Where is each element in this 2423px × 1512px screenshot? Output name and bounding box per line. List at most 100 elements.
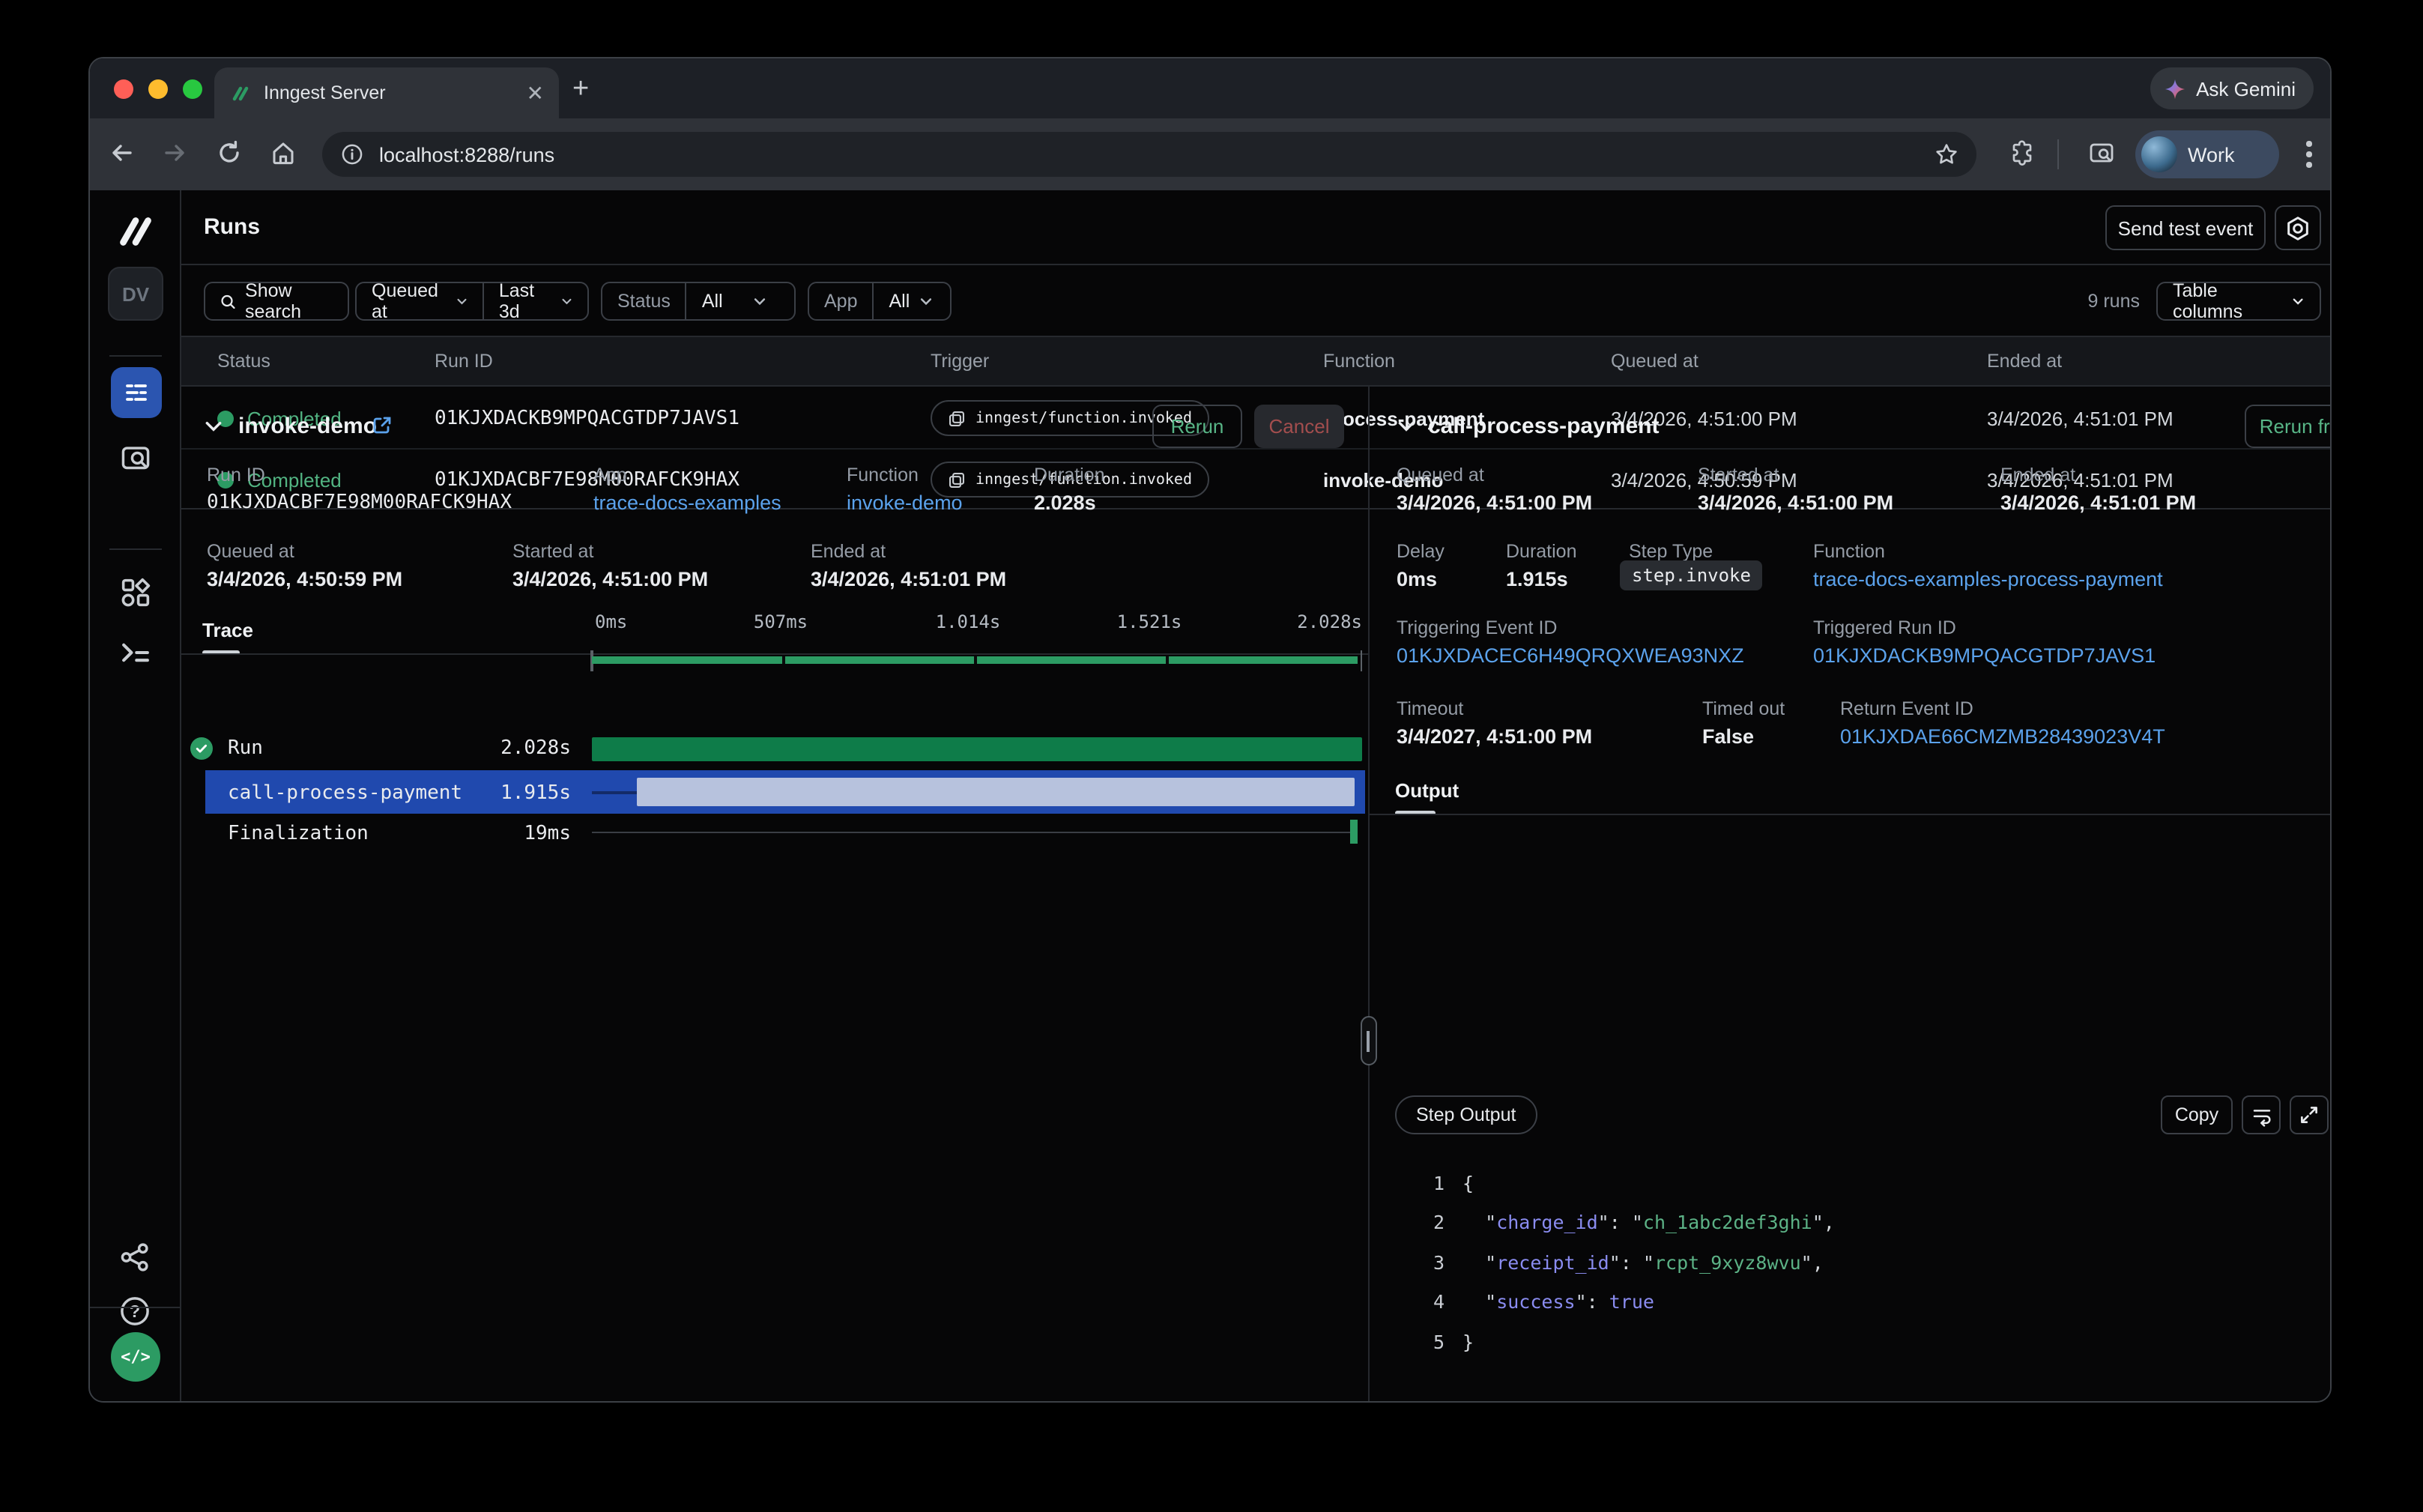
trace-span-run[interactable]: Run bbox=[228, 737, 263, 760]
code-line: 5} bbox=[1370, 1322, 2330, 1361]
field-label: Timed out bbox=[1702, 698, 1785, 719]
expand-icon bbox=[2299, 1104, 2320, 1125]
code-line: 4 "success": true bbox=[1370, 1282, 2330, 1322]
function-link[interactable]: invoke-demo bbox=[847, 492, 963, 514]
triggering-event-id-link[interactable]: 01KJXDACEC6H49QRQXWEA93NXZ bbox=[1397, 644, 1744, 667]
minimize-window-button[interactable] bbox=[148, 79, 168, 99]
browser-menu-icon[interactable] bbox=[2306, 141, 2312, 172]
triggered-run-id-link[interactable]: 01KJXDACKB9MPQACGTDP7JAVS1 bbox=[1813, 644, 2156, 667]
code-line: 1{ bbox=[1370, 1163, 2330, 1203]
profile-name: Work bbox=[2188, 143, 2235, 166]
field-label: Ended at bbox=[811, 541, 886, 562]
time-filter[interactable]: Queued at Last 3d bbox=[355, 282, 589, 321]
step-output-selector[interactable]: Step Output bbox=[1395, 1095, 1537, 1134]
chevron-down-icon bbox=[919, 294, 934, 309]
ended-at-value: 3/4/2026, 4:51:01 PM bbox=[2000, 492, 2196, 514]
trace-span-finalization[interactable]: Finalization bbox=[228, 823, 369, 845]
app-filter[interactable]: App All bbox=[808, 282, 952, 321]
help-icon[interactable]: ? bbox=[118, 1295, 151, 1328]
status-filter-value[interactable]: All bbox=[687, 283, 783, 319]
trace-duration: 1.915s bbox=[466, 782, 571, 805]
chevron-down-icon bbox=[455, 294, 468, 309]
sidebar-divider bbox=[109, 548, 162, 550]
field-label: Delay bbox=[1397, 541, 1445, 562]
sidebar-item-events[interactable] bbox=[118, 442, 153, 477]
column-header-trigger[interactable]: Trigger bbox=[931, 351, 989, 372]
rerun-button[interactable]: Rerun bbox=[1152, 405, 1242, 448]
tab-title: Inngest Server bbox=[264, 82, 515, 103]
browser-profile-chip[interactable]: Work bbox=[2135, 130, 2279, 178]
new-tab-button[interactable]: + bbox=[572, 73, 589, 106]
field-label: Started at bbox=[1698, 465, 1779, 486]
code-line: 2 "charge_id": "ch_1abc2def3ghi", bbox=[1370, 1203, 2330, 1242]
return-event-id-link[interactable]: 01KJXDAE66CMZMB28439023V4T bbox=[1840, 725, 2165, 748]
cancel-button[interactable]: Cancel bbox=[1254, 405, 1344, 448]
time-field-select[interactable]: Queued at bbox=[357, 283, 483, 319]
field-label: Queued at bbox=[207, 541, 294, 562]
column-header-ended-at[interactable]: Ended at bbox=[1987, 351, 2062, 372]
dev-tools-button[interactable]: </> bbox=[111, 1332, 160, 1382]
rerun-from-step-button[interactable]: Rerun from step bbox=[2245, 405, 2332, 448]
word-wrap-button[interactable] bbox=[2242, 1095, 2281, 1134]
expand-button[interactable] bbox=[2290, 1095, 2329, 1134]
bookmark-star-icon[interactable] bbox=[1935, 142, 1958, 166]
tab-close-icon[interactable]: ✕ bbox=[527, 82, 544, 103]
timeout-value: 3/4/2027, 4:51:00 PM bbox=[1397, 725, 1592, 748]
app-sidebar: DV ? bbox=[90, 190, 181, 1401]
send-test-event-button[interactable]: Send test event bbox=[2105, 205, 2266, 250]
app-filter-value[interactable]: All bbox=[874, 283, 949, 319]
trace-delay-line bbox=[592, 790, 637, 793]
column-header-status[interactable]: Status bbox=[217, 351, 270, 372]
extensions-icon[interactable] bbox=[2008, 139, 2036, 168]
app-link[interactable]: trace-docs-examples bbox=[593, 492, 781, 514]
gear-icon bbox=[2285, 215, 2311, 241]
maximize-window-button[interactable] bbox=[183, 79, 202, 99]
column-header-run-id[interactable]: Run ID bbox=[435, 351, 493, 372]
time-range-select[interactable]: Last 3d bbox=[484, 283, 587, 319]
external-link-icon[interactable] bbox=[372, 415, 393, 436]
sidebar-item-functions[interactable] bbox=[118, 635, 153, 670]
field-label: Function bbox=[1813, 541, 1885, 562]
home-icon[interactable] bbox=[270, 139, 297, 166]
tab-trace[interactable]: Trace bbox=[202, 619, 253, 641]
output-code-block[interactable]: 1{2 "charge_id": "ch_1abc2def3ghi",3 "re… bbox=[1370, 1163, 2330, 1361]
share-icon[interactable] bbox=[118, 1241, 151, 1274]
close-window-button[interactable] bbox=[114, 79, 133, 99]
trace-bar-step[interactable] bbox=[637, 778, 1355, 806]
reload-icon[interactable] bbox=[216, 139, 243, 166]
collapse-chevron-icon[interactable] bbox=[204, 417, 223, 436]
divider bbox=[181, 653, 1368, 655]
forward-icon[interactable] bbox=[162, 139, 189, 166]
step-function-link[interactable]: trace-docs-examples-process-payment bbox=[1813, 568, 2163, 590]
search-tabs-icon[interactable] bbox=[2087, 139, 2116, 168]
timed-out-value: False bbox=[1702, 725, 1754, 748]
address-bar[interactable]: localhost:8288/runs bbox=[322, 132, 1976, 177]
tab-strip: Inngest Server ✕ + Ask Gemini bbox=[90, 58, 2330, 118]
tab-output[interactable]: Output bbox=[1395, 779, 1459, 802]
trace-span-step[interactable]: call-process-payment bbox=[228, 782, 462, 805]
trace-bar-finalization[interactable] bbox=[1350, 820, 1357, 844]
queued-at-value: 3/4/2026, 4:51:00 PM bbox=[1397, 492, 1592, 514]
site-info-icon[interactable] bbox=[340, 142, 364, 166]
sidebar-item-runs[interactable] bbox=[111, 367, 162, 418]
browser-tab[interactable]: Inngest Server ✕ bbox=[214, 67, 559, 118]
ask-gemini-button[interactable]: Ask Gemini bbox=[2150, 67, 2314, 109]
url-text[interactable]: localhost:8288/runs bbox=[379, 143, 1920, 166]
back-icon[interactable] bbox=[108, 139, 135, 166]
sidebar-item-apps[interactable] bbox=[118, 575, 153, 610]
collapse-chevron-icon[interactable] bbox=[1397, 417, 1416, 436]
panel-resize-handle[interactable] bbox=[1360, 1016, 1376, 1065]
trace-minimap[interactable] bbox=[592, 656, 1358, 664]
table-columns-button[interactable]: Table columns bbox=[2156, 282, 2321, 321]
column-header-function[interactable]: Function bbox=[1323, 351, 1395, 372]
show-search-button[interactable]: Show search bbox=[204, 282, 349, 321]
workspace-badge[interactable]: DV bbox=[108, 267, 163, 321]
copy-button[interactable]: Copy bbox=[2161, 1095, 2233, 1134]
sidebar-divider bbox=[109, 355, 162, 357]
settings-button[interactable] bbox=[2275, 205, 2321, 250]
column-header-queued-at[interactable]: Queued at bbox=[1611, 351, 1698, 372]
code-text: "charge_id": "ch_1abc2def3ghi", bbox=[1462, 1212, 1835, 1234]
status-filter[interactable]: Status All bbox=[601, 282, 796, 321]
inngest-logo-icon bbox=[112, 208, 159, 255]
trace-bar-run[interactable] bbox=[592, 737, 1362, 761]
